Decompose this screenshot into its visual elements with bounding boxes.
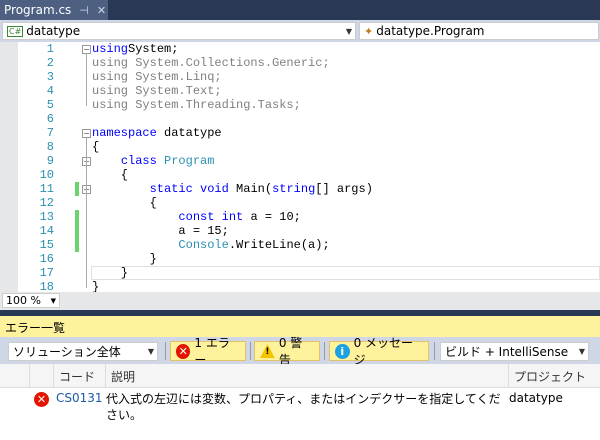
line-number: 5: [46, 98, 54, 112]
code-line[interactable]: const int a = 10;: [92, 210, 300, 224]
close-icon[interactable]: ✕: [97, 4, 106, 17]
change-indicator: [75, 224, 79, 238]
code-line[interactable]: using System.Linq;: [92, 70, 222, 84]
code-line[interactable]: {: [92, 140, 99, 154]
line-number: 13: [39, 210, 54, 224]
warning-icon: !: [260, 344, 275, 358]
class-icon: ✦: [364, 24, 374, 38]
toolbar-separator: [324, 342, 325, 360]
code-line[interactable]: a = 15;: [92, 224, 228, 238]
code-line[interactable]: usingSystem;: [92, 42, 178, 56]
toolbar-separator: [250, 342, 251, 360]
line-number: 6: [46, 112, 54, 126]
line-number: 15: [39, 238, 54, 252]
tab-title: Program.cs: [4, 3, 72, 17]
collapse-icon[interactable]: −: [82, 129, 91, 138]
line-number: 10: [39, 168, 54, 182]
change-indicator: [75, 210, 79, 224]
line-number: 1: [46, 42, 54, 56]
outline-guide: [86, 194, 87, 260]
line-number: 18: [39, 280, 54, 292]
chevron-down-icon: ▼: [345, 26, 352, 36]
column-description[interactable]: 説明: [105, 364, 508, 388]
line-number: 11: [39, 182, 54, 196]
code-line[interactable]: }: [92, 280, 99, 292]
code-line[interactable]: }: [92, 266, 128, 280]
error-list-header: コード 説明 プロジェクト: [0, 364, 600, 388]
error-list-toolbar: ソリューション全体 ▼ ✕ 1 エラー ! 0 警告 i 0 メッセージ ビルド …: [0, 336, 600, 367]
code-line[interactable]: {: [92, 196, 157, 210]
error-icon: ✕: [176, 343, 191, 359]
table-row[interactable]: ✕ CS0131 代入式の左辺には変数、プロパティ、またはインデクサーを指定して…: [0, 388, 600, 428]
toolbar-separator: [434, 342, 435, 360]
class-dropdown[interactable]: ✦ datatype.Program: [359, 22, 599, 40]
chevron-down-icon: ▼: [147, 347, 154, 356]
scope-dropdown[interactable]: ソリューション全体 ▼: [8, 342, 158, 361]
line-number: 12: [39, 196, 54, 210]
line-number: 9: [46, 154, 54, 168]
line-number: 8: [46, 140, 54, 154]
navigation-bar: C# datatype ▼ ✦ datatype.Program: [0, 20, 600, 42]
project-name: datatype: [26, 24, 81, 38]
code-line[interactable]: using System.Text;: [92, 84, 222, 98]
line-number: 3: [46, 70, 54, 84]
errors-filter-button[interactable]: ✕ 1 エラー: [170, 336, 246, 367]
line-number: 16: [39, 252, 54, 266]
code-line[interactable]: static void Main(string[] args): [92, 182, 373, 196]
info-icon: i: [335, 343, 350, 359]
change-indicator: [75, 182, 79, 196]
column-project[interactable]: プロジェクト: [508, 364, 600, 388]
source-value: ビルド + IntelliSense: [445, 345, 569, 359]
source-dropdown[interactable]: ビルド + IntelliSense ▼: [440, 342, 589, 361]
error-icon: ✕: [34, 392, 49, 407]
error-list-body: ✕ CS0131 代入式の左辺には変数、プロパティ、またはインデクサーを指定して…: [0, 388, 600, 440]
toolbar-separator: [165, 342, 166, 360]
line-number: 2: [46, 56, 54, 70]
code-line[interactable]: {: [92, 168, 128, 182]
code-line[interactable]: Console.WriteLine(a);: [92, 238, 329, 252]
code-editor[interactable]: 1 usingSystem; 2 using System.Collections.G…: [0, 42, 600, 292]
column-severity[interactable]: [29, 364, 53, 388]
code-line[interactable]: using System.Collections.Generic;: [92, 56, 330, 70]
tab-program-cs[interactable]: Program.cs ⊣ ✕: [0, 0, 108, 20]
line-number: 7: [46, 126, 54, 140]
code-line[interactable]: using System.Threading.Tasks;: [92, 98, 301, 112]
editor-status-bar: [0, 292, 600, 310]
chevron-down-icon: ▼: [578, 347, 585, 356]
collapse-icon[interactable]: −: [82, 45, 91, 54]
chevron-down-icon: ▼: [50, 297, 56, 305]
line-number: 14: [39, 224, 54, 238]
indicator-margin: [0, 42, 18, 292]
project-dropdown[interactable]: C# datatype ▼: [2, 22, 356, 40]
line-number: 4: [46, 84, 54, 98]
error-project: datatype: [509, 391, 563, 405]
column-code[interactable]: コード: [53, 364, 105, 388]
messages-count: 0 メッセージ: [353, 336, 414, 367]
current-line-highlight: [91, 266, 600, 280]
code-line[interactable]: class Program: [92, 154, 215, 168]
warnings-filter-button[interactable]: ! 0 警告: [254, 336, 320, 367]
error-code-link[interactable]: CS0131: [56, 391, 103, 405]
errors-count: 1 エラー: [194, 336, 230, 367]
messages-filter-button[interactable]: i 0 メッセージ: [329, 336, 429, 367]
code-line[interactable]: namespace datatype: [92, 126, 222, 140]
line-number: 17: [39, 266, 54, 280]
pin-icon[interactable]: ⊣: [79, 4, 89, 17]
zoom-level: 100 %: [6, 294, 41, 307]
code-line[interactable]: }: [92, 252, 157, 266]
zoom-dropdown[interactable]: 100 % ▼: [2, 293, 60, 308]
warnings-count: 0 警告: [278, 336, 303, 367]
csharp-icon: C#: [7, 25, 24, 37]
outline-guide: [86, 54, 87, 106]
change-indicator: [75, 238, 79, 252]
class-name: datatype.Program: [376, 24, 485, 38]
error-description: 代入式の左辺には変数、プロパティ、またはインデクサーを指定してください。: [106, 392, 501, 422]
scope-value: ソリューション全体: [13, 345, 121, 359]
